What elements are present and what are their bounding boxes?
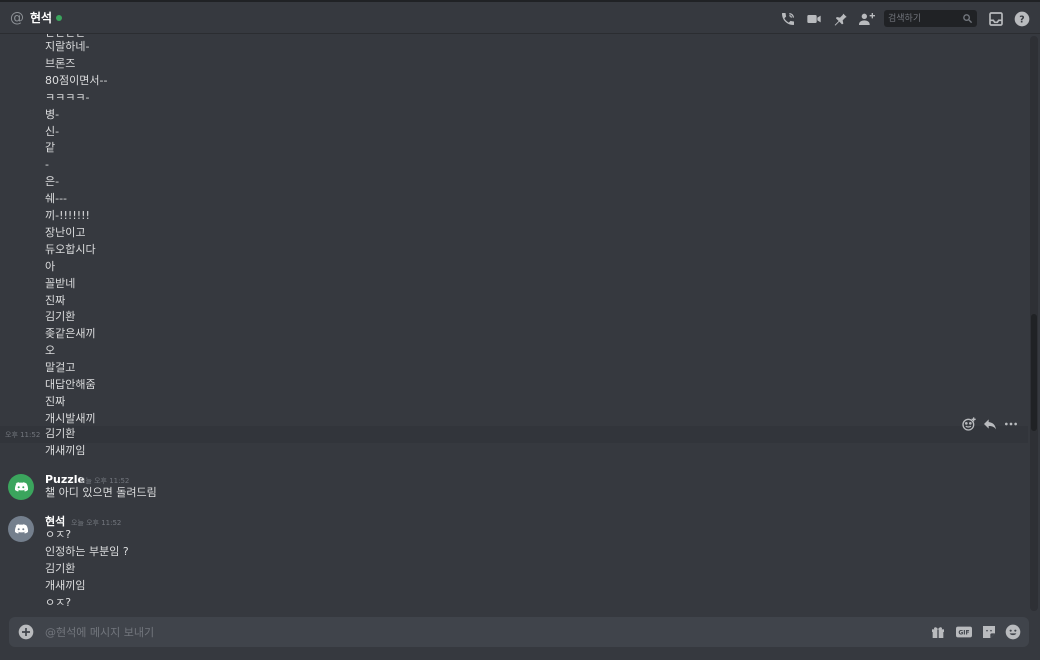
help-icon[interactable]: ? <box>1014 11 1030 27</box>
message-list: ㄴㄴㄴㄴ 지랄하네- 브론즈 80점이면서-- ㅋㅋㅋㅋ- 병- 신- 같 - 은- 쉐--- 끼-… <box>0 34 1028 614</box>
message-line: 챌 아디 있으면 돌려드림 <box>45 486 157 499</box>
add-attachment-icon[interactable] <box>18 624 34 640</box>
message-timestamp: 오늘 오후 11:52 <box>79 477 130 485</box>
message-line: 말걸고 <box>45 361 76 375</box>
message-line: 꼴받네 <box>45 276 76 290</box>
message-line: ㅋㅋㅋㅋ- <box>45 90 90 104</box>
message-line: 병- <box>45 107 60 121</box>
add-friend-icon[interactable] <box>858 11 876 27</box>
message-line: 개새끼임 <box>45 444 86 457</box>
scrollbar-thumb[interactable] <box>1031 314 1037 431</box>
gif-icon[interactable]: GIF <box>955 624 973 640</box>
message-side-timestamp: 오후 11:52 <box>5 431 41 439</box>
online-status-indicator <box>56 15 62 21</box>
message-line: ㅇㅈ? <box>45 596 72 609</box>
message-line: 끼-!!!!!!! <box>45 209 90 222</box>
sticker-icon[interactable] <box>981 624 997 640</box>
search-input[interactable] <box>888 10 960 27</box>
message-line: 아 <box>45 259 56 273</box>
message-line: 브론즈 <box>45 56 76 70</box>
add-reaction-icon[interactable] <box>961 416 977 432</box>
message-line: 대답안해줌 <box>45 378 96 391</box>
message-line: 80점이면서-- <box>45 73 108 87</box>
message-actions-bar <box>957 414 1023 434</box>
channel-name: 현석 <box>30 11 53 25</box>
message-line: 같 <box>45 141 56 155</box>
message-line: 진짜 <box>45 394 66 408</box>
message-input[interactable] <box>45 623 865 641</box>
at-icon: @ <box>10 10 24 26</box>
message-line: 좆같은새끼 <box>45 327 96 341</box>
message-line: 김기환 <box>45 562 76 575</box>
message-line: 지랄하네- <box>45 40 90 53</box>
message-line: - <box>45 158 49 172</box>
gift-icon[interactable] <box>930 624 946 640</box>
message-line: 개시발새끼 <box>45 411 96 425</box>
avatar-puzzle[interactable] <box>8 474 34 500</box>
message-line: 신- <box>45 124 60 138</box>
svg-text:?: ? <box>1019 14 1024 25</box>
message-author[interactable]: 현석 <box>45 515 65 529</box>
search-icon <box>962 13 973 24</box>
video-camera-icon[interactable] <box>806 11 822 27</box>
pin-icon[interactable] <box>832 11 848 27</box>
message-line: 김기환 <box>45 427 76 440</box>
message-line: 은- <box>45 175 60 189</box>
message-timestamp: 오늘 오후 11:52 <box>71 519 122 527</box>
message-line: 김기환 <box>45 310 76 324</box>
message-line: 진짜 <box>45 293 66 307</box>
phone-call-icon[interactable] <box>780 11 796 27</box>
message-line: 쉐--- <box>45 192 68 206</box>
inbox-icon[interactable] <box>988 11 1004 27</box>
message-line: 장난이고 <box>45 225 86 239</box>
avatar-hyunseok[interactable] <box>8 516 34 542</box>
emoji-icon[interactable] <box>1005 624 1021 640</box>
message-line: 인정하는 부분임 ? <box>45 545 129 558</box>
channel-header: @ 현석 ? <box>0 0 1040 34</box>
hovered-message-row[interactable] <box>0 426 1028 443</box>
message-line: 오 <box>45 344 56 358</box>
message-composer: GIF <box>9 617 1029 647</box>
message-line: 듀오합시다 <box>45 242 96 256</box>
gif-label: GIF <box>958 630 969 637</box>
message-line: 개새끼임 <box>45 579 86 592</box>
reply-icon[interactable] <box>982 416 998 432</box>
search-box[interactable] <box>884 10 977 27</box>
message-line: ㅇㅈ? <box>45 528 72 541</box>
more-icon[interactable] <box>1003 416 1019 432</box>
